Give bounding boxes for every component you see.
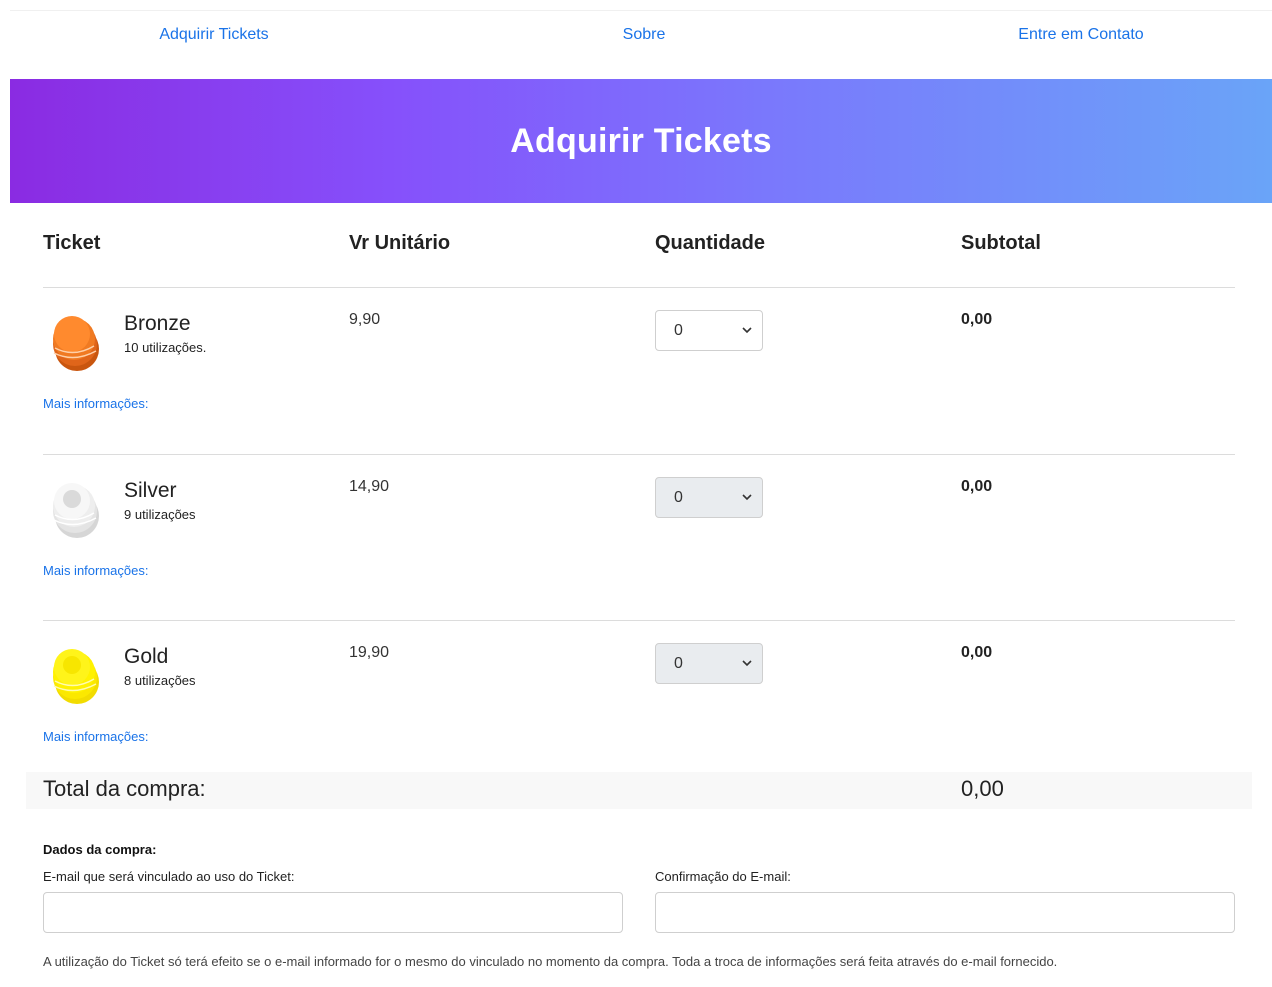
quantity-select[interactable]: 0 — [655, 643, 763, 684]
more-info-link[interactable]: Mais informações: — [43, 396, 148, 411]
quantity-value: 0 — [674, 321, 683, 339]
top-nav: Adquirir Tickets Sobre Entre em Contato — [10, 26, 1272, 56]
gold-chip-icon — [53, 649, 99, 704]
ticket-uses: 10 utilizações. — [124, 340, 207, 355]
quantity-select[interactable]: 0 — [655, 477, 763, 518]
ticket-name: Bronze — [124, 312, 191, 335]
bronze-chip-icon — [53, 316, 99, 371]
nav-sobre-link[interactable]: Sobre — [623, 26, 666, 44]
row-divider — [43, 620, 1235, 621]
hero-banner: Adquirir Tickets — [10, 79, 1272, 203]
email-label: E-mail que será vinculado ao uso do Tick… — [43, 869, 295, 884]
quantity-value: 0 — [674, 488, 683, 506]
column-header-quantity: Quantidade — [655, 232, 766, 254]
usage-note: A utilização do Ticket só terá efeito se… — [43, 954, 1058, 969]
silver-chip-icon — [53, 483, 99, 538]
quantity-select[interactable]: 0 — [655, 310, 763, 351]
column-header-unit-price: Vr Unitário — [349, 232, 451, 254]
email-field[interactable] — [43, 892, 623, 933]
total-row — [26, 772, 1252, 809]
total-label: Total da compra: — [43, 776, 206, 801]
unit-price: 9,90 — [349, 311, 381, 328]
nav-contato-link[interactable]: Entre em Contato — [1018, 26, 1143, 44]
confirm-email-field[interactable] — [655, 892, 1235, 933]
purchase-data-title: Dados da compra: — [43, 842, 157, 857]
total-value: 0,00 — [961, 776, 1004, 801]
more-info-link[interactable]: Mais informações: — [43, 563, 148, 578]
column-header-ticket: Ticket — [43, 232, 101, 254]
row-subtotal: 0,00 — [961, 478, 993, 495]
ticket-uses: 9 utilizações — [124, 507, 196, 522]
chevron-down-icon — [742, 660, 752, 667]
row-divider — [43, 287, 1235, 288]
row-subtotal: 0,00 — [961, 644, 993, 661]
chevron-down-icon — [742, 327, 752, 334]
more-info-link[interactable]: Mais informações: — [43, 729, 148, 744]
column-header-subtotal: Subtotal — [961, 232, 1041, 254]
unit-price: 14,90 — [349, 478, 390, 495]
ticket-name: Silver — [124, 479, 177, 502]
unit-price: 19,90 — [349, 644, 390, 661]
ticket-name: Gold — [124, 645, 169, 668]
chevron-down-icon — [742, 494, 752, 501]
top-divider — [10, 10, 1272, 11]
row-divider — [43, 454, 1235, 455]
quantity-value: 0 — [674, 654, 683, 672]
page-title: Adquirir Tickets — [510, 121, 772, 160]
nav-adquirir-tickets-link[interactable]: Adquirir Tickets — [159, 26, 268, 44]
confirm-email-label: Confirmação do E-mail: — [655, 869, 791, 884]
row-subtotal: 0,00 — [961, 311, 993, 328]
ticket-uses: 8 utilizações — [124, 673, 196, 688]
